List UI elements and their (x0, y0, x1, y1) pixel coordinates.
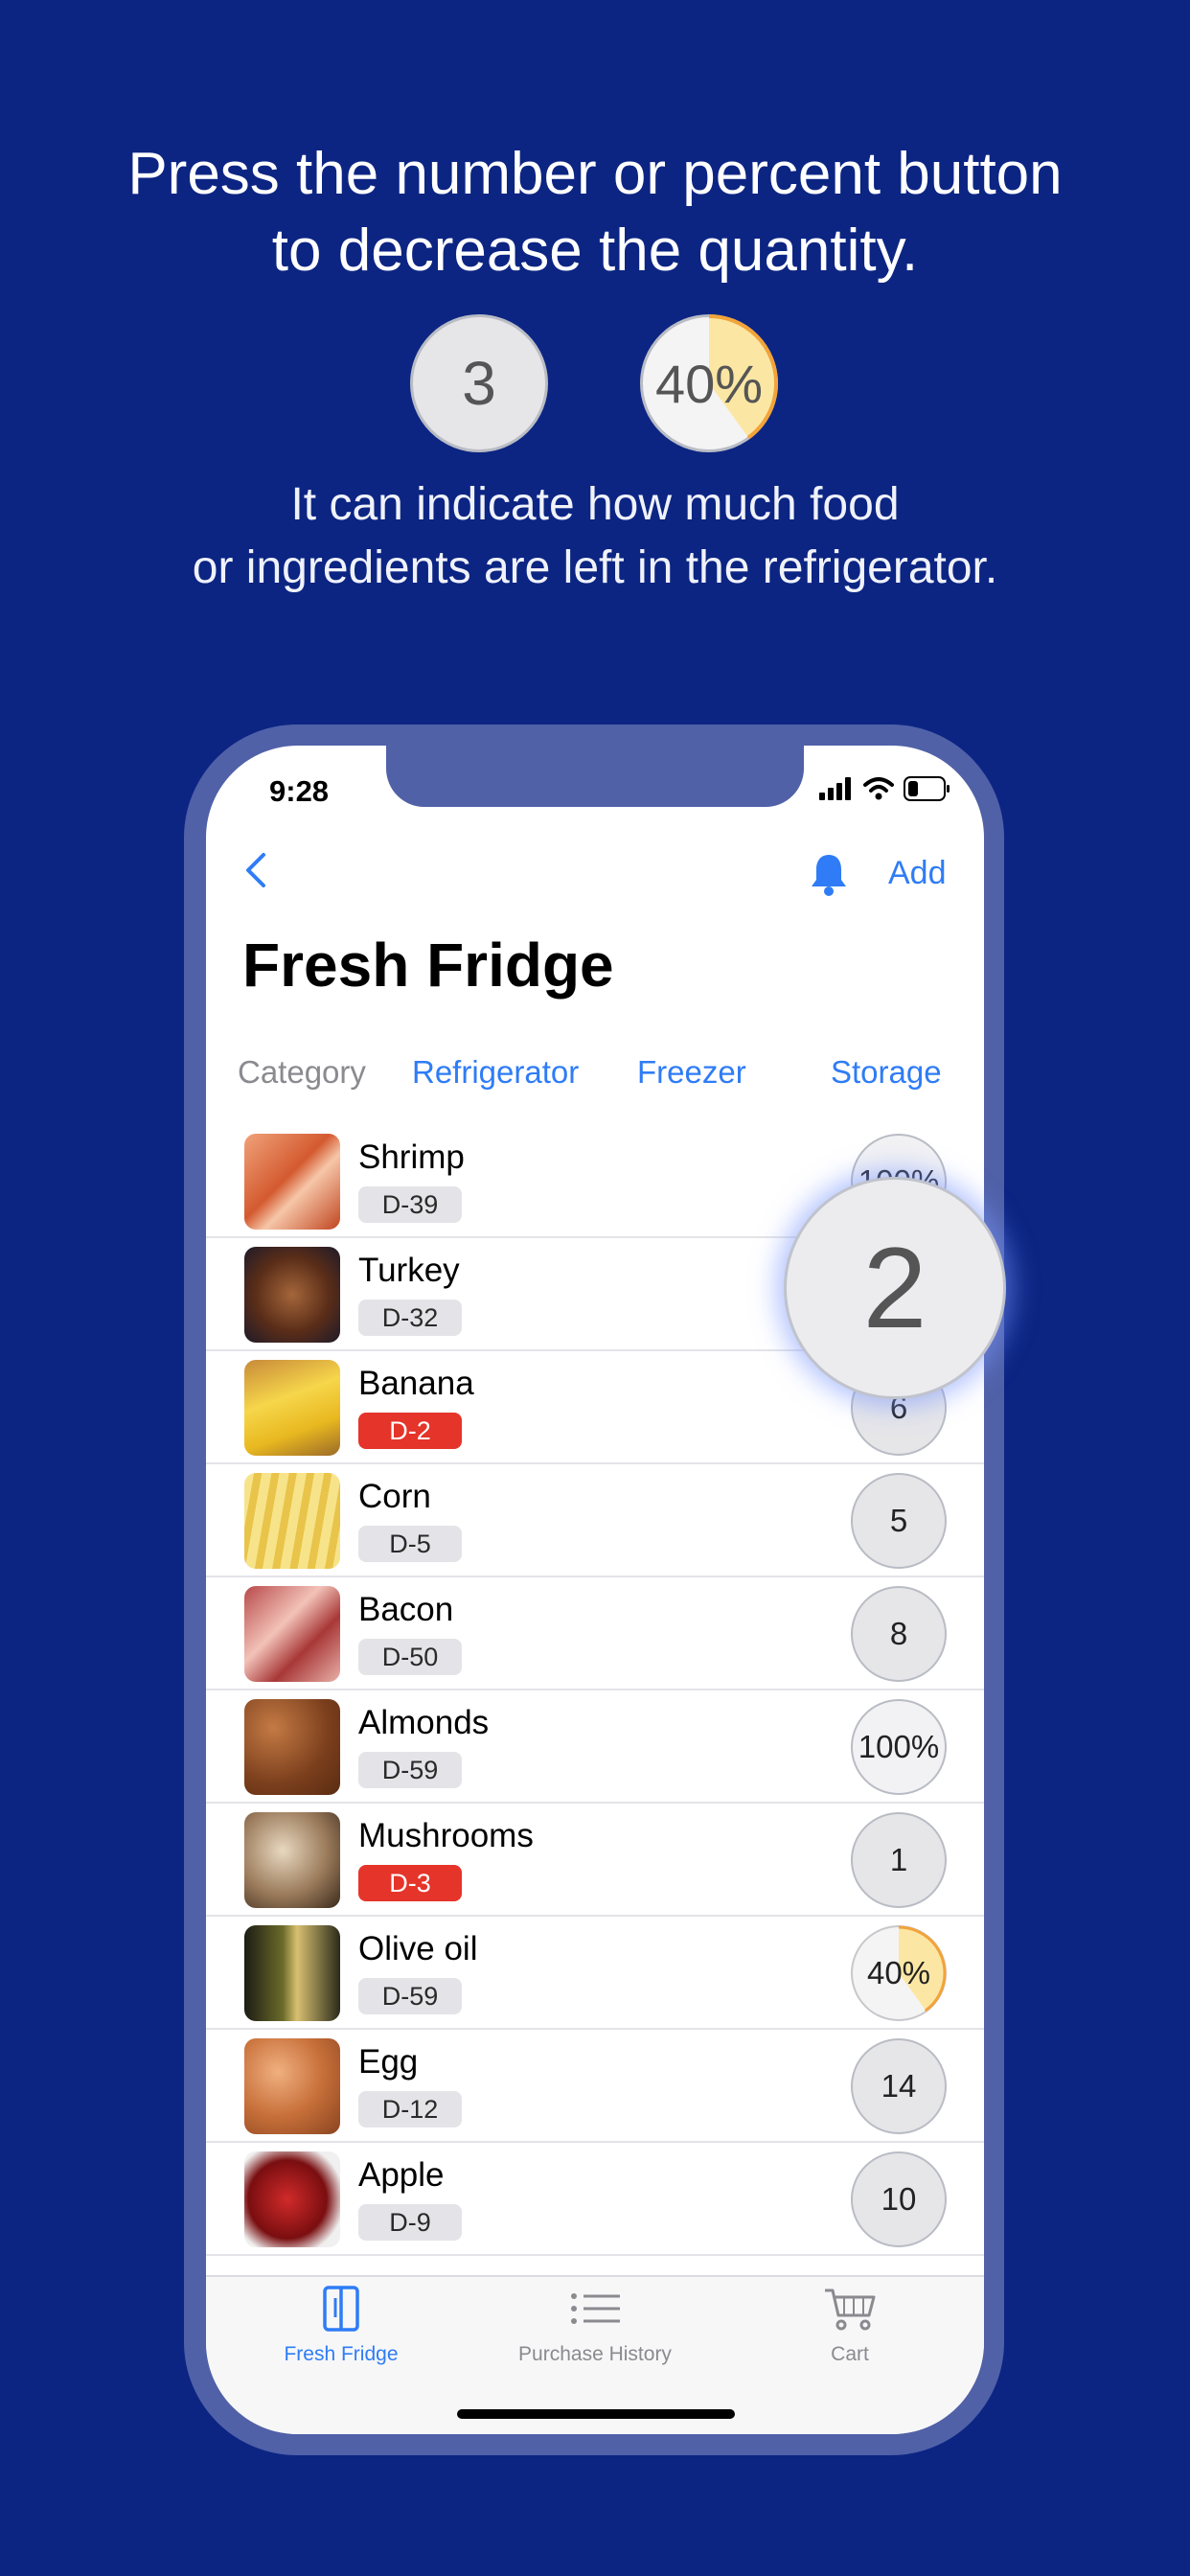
quantity-button[interactable]: 5 (851, 1473, 947, 1569)
egg-photo (244, 2038, 340, 2134)
fridge-icon (323, 2286, 359, 2332)
expiry-badge: D-3 (358, 1865, 462, 1901)
mushrooms-photo (244, 1812, 340, 1908)
bell-icon[interactable] (808, 851, 850, 897)
promo-headline: Press the number or percent button to de… (127, 141, 1063, 284)
enlarged-quantity-button[interactable]: 2 (784, 1177, 1006, 1399)
cart-icon (825, 2288, 876, 2331)
expiry-badge: D-59 (358, 1752, 462, 1788)
corn-photo (244, 1473, 340, 1569)
item-name: Olive oil (358, 1930, 478, 1967)
list-item[interactable]: Almonds D-59 100% (206, 1690, 984, 1804)
expiry-badge: D-39 (358, 1186, 462, 1223)
demo-percent-label: 40% (654, 353, 764, 414)
tab-fresh-fridge[interactable]: Fresh Fridge (236, 2285, 446, 2366)
item-name: Turkey (358, 1252, 460, 1289)
category-filter: Category Refrigerator Freezer Storage (206, 1048, 984, 1096)
item-name: Mushrooms (358, 1817, 534, 1854)
item-name: Corn (358, 1478, 431, 1515)
page-title: Fresh Fridge (242, 931, 614, 1000)
quantity-button[interactable]: 100% (851, 1699, 947, 1795)
shrimp-photo (244, 1134, 340, 1230)
list-icon (571, 2293, 620, 2324)
list-item[interactable]: Olive oil D-59 40% (206, 1917, 984, 2030)
expiry-badge: D-9 (358, 2204, 462, 2241)
expiry-badge: D-50 (358, 1639, 462, 1675)
status-icons (819, 776, 951, 801)
phone-notch (386, 746, 804, 807)
quantity-label: 40% (866, 1955, 931, 1990)
banana-photo (244, 1360, 340, 1456)
quantity-button[interactable]: 14 (851, 2038, 947, 2134)
item-name: Banana (358, 1365, 474, 1402)
turkey-photo (244, 1247, 340, 1343)
quantity-button[interactable]: 1 (851, 1812, 947, 1908)
expiry-badge: D-12 (358, 2091, 462, 2128)
home-indicator (457, 2409, 735, 2419)
list-item[interactable]: Bacon D-50 8 (206, 1577, 984, 1690)
signal-icon (819, 777, 851, 800)
tab-label: Cart (831, 2343, 869, 2365)
battery-icon (904, 776, 950, 801)
list-item[interactable]: Egg D-12 14 (206, 2030, 984, 2143)
wifi-icon (863, 777, 894, 800)
bacon-photo (244, 1586, 340, 1682)
item-name: Egg (358, 2043, 419, 2081)
item-name: Shrimp (358, 1138, 465, 1176)
olive-oil-photo (244, 1925, 340, 2021)
expiry-badge: D-32 (358, 1300, 462, 1336)
demo-quantity-number: 3 (410, 314, 548, 452)
add-button[interactable]: Add (888, 855, 947, 892)
quantity-button[interactable]: 40% (851, 1925, 947, 2021)
apple-photo (244, 2151, 340, 2247)
expiry-badge: D-59 (358, 1978, 462, 2014)
tab-cart[interactable]: Cart (744, 2285, 955, 2366)
tab-label: Fresh Fridge (284, 2343, 399, 2365)
status-time: 9:28 (269, 774, 330, 808)
back-chevron-icon[interactable] (239, 851, 277, 889)
quantity-button[interactable]: 8 (851, 1586, 947, 1682)
promo-subtext: It can indicate how much food or ingredi… (192, 479, 998, 593)
quantity-button[interactable]: 10 (851, 2151, 947, 2247)
category-refrigerator[interactable]: Refrigerator (412, 1054, 579, 1091)
category-label: Category (238, 1054, 366, 1090)
expiry-badge: D-2 (358, 1413, 462, 1449)
almonds-photo (244, 1699, 340, 1795)
category-storage[interactable]: Storage (831, 1054, 942, 1091)
list-item[interactable]: Apple D-9 10 (206, 2143, 984, 2256)
expiry-badge: D-5 (358, 1526, 462, 1562)
item-name: Almonds (358, 1704, 490, 1741)
app-screen: 9:28 Add Fresh Fridge Category Refrigera… (206, 746, 984, 2434)
item-name: Bacon (358, 1591, 454, 1628)
list-item[interactable]: Mushrooms D-3 1 (206, 1804, 984, 1917)
tab-purchase-history[interactable]: Purchase History (490, 2285, 700, 2366)
tab-label: Purchase History (518, 2343, 672, 2365)
demo-quantity-percent: 40% (640, 314, 778, 452)
item-name: Apple (358, 2156, 445, 2194)
list-item[interactable]: Corn D-5 5 (206, 1464, 984, 1577)
category-freezer[interactable]: Freezer (637, 1054, 746, 1091)
